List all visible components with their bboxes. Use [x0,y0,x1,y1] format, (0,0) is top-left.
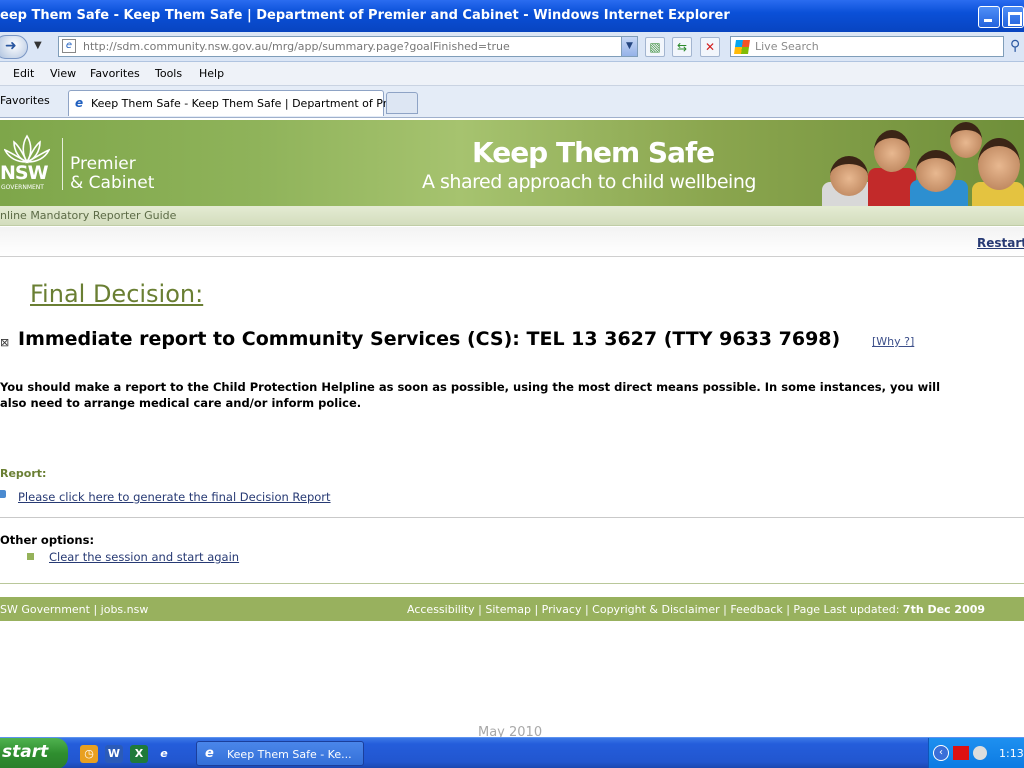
site-footer: SW Government | jobs.nsw Accessibility |… [0,597,1024,621]
tray-network-icon[interactable] [973,746,987,760]
generate-report-link[interactable]: Please click here to generate the final … [18,490,331,504]
org-name-line2: & Cabinet [70,173,155,193]
menu-help[interactable]: Help [199,67,224,80]
back-arrow-icon: ➜ [5,38,17,54]
restart-link[interactable]: Restart [977,236,1024,250]
address-field[interactable]: e http://sdm.community.nsw.gov.au/mrg/ap… [58,36,638,57]
windows-taskbar: start ◷ W X e e Keep Them Safe - Ke... ‹… [0,737,1024,768]
back-button[interactable]: ➜ [0,35,28,59]
menu-edit[interactable]: Edit [13,67,34,80]
word-icon[interactable]: W [105,745,123,763]
compatibility-icon[interactable]: ▧ [645,37,665,57]
last-updated-date: 7th Dec 2009 [902,603,986,616]
banner-headline: Keep Them Safe [472,136,715,169]
favorites-button[interactable]: Favorites [0,94,50,107]
system-tray: ‹ 1:13 [928,738,1024,768]
tab-active[interactable]: e Keep Them Safe - Keep Them Safe | Depa… [68,90,397,116]
start-button[interactable]: start [0,738,68,768]
banner-tagline: A shared approach to child wellbeing [422,171,756,193]
logo-text: NSW [0,162,49,184]
decision-text: Immediate report to Community Services (… [18,328,841,350]
guide-title-bar: nline Mandatory Reporter Guide [0,206,1024,226]
clock: 1:13 [999,747,1024,760]
footer-left-links[interactable]: SW Government | jobs.nsw [0,603,148,616]
divider [0,517,1024,518]
taskbar-item-ie[interactable]: e Keep Them Safe - Ke... [196,741,364,766]
excel-icon[interactable]: X [130,745,148,763]
banner-divider [62,138,63,190]
ie-tab-icon: e [75,96,84,110]
other-options-heading: Other options: [0,533,95,547]
report-heading: Report: [0,467,47,480]
explanation-line-1: You should make a report to the Child Pr… [0,380,941,394]
page-title: Final Decision: [30,280,204,308]
footer-links[interactable]: Accessibility | Sitemap | Privacy | Copy… [407,603,899,616]
menu-tools[interactable]: Tools [155,67,182,80]
task-label: Keep Them Safe - Ke... [227,748,352,761]
guide-title: nline Mandatory Reporter Guide [0,209,177,222]
tray-expand-icon[interactable]: ‹ [933,745,949,761]
decision-explanation: You should make a report to the Child Pr… [0,379,1020,411]
window-title: eep Them Safe - Keep Them Safe | Departm… [0,8,730,23]
tab-label: Keep Them Safe - Keep Them Safe | Depart… [91,97,397,110]
address-url[interactable]: http://sdm.community.nsw.gov.au/mrg/app/… [83,40,510,53]
ie-page-icon: e [62,39,76,53]
menu-favorites[interactable]: Favorites [90,67,140,80]
children-photo [812,120,1024,206]
menu-view[interactable]: View [50,67,76,80]
bullet-icon [27,553,34,560]
minimize-button[interactable] [978,6,1000,28]
menu-bar: Edit View Favorites Tools Help [0,62,1024,86]
restart-bar: Restart [0,227,1024,257]
report-icon [0,490,6,498]
tray-app-icon[interactable] [953,746,969,760]
search-icon[interactable]: ⚲ [1010,38,1020,54]
explanation-line-2: also need to arrange medical care and/or… [0,396,362,410]
clear-session-link[interactable]: Clear the session and start again [49,550,239,564]
search-placeholder: Live Search [755,40,819,53]
org-name-line1: Premier [70,154,136,174]
address-dropdown-icon[interactable]: ▼ [621,37,637,56]
logo-subtext: GOVERNMENT [1,184,44,191]
checkbox-icon: ⊠ [0,336,10,349]
tabs-bar: Favorites e Keep Them Safe - Keep Them S… [0,86,1024,118]
waratah-icon [4,134,50,164]
address-toolbar: ➜ ▼ e http://sdm.community.nsw.gov.au/mr… [0,32,1024,62]
ie-task-icon: e [205,746,214,761]
history-dropdown-icon[interactable]: ▼ [34,40,42,51]
maximize-button[interactable] [1002,6,1024,28]
clock-app-icon[interactable]: ◷ [80,745,98,763]
divider [0,583,1024,584]
start-label: start [2,742,49,762]
why-link[interactable]: [Why ?] [872,335,914,348]
stop-icon[interactable]: ✕ [700,37,720,57]
live-search-input[interactable]: Live Search [730,36,1004,57]
refresh-icon[interactable]: ⇆ [672,37,692,57]
new-tab-button[interactable] [386,92,418,114]
nsw-government-logo[interactable]: NSW GOVERNMENT [0,134,54,194]
live-search-logo-icon [734,40,750,54]
site-banner: NSW GOVERNMENT Premier & Cabinet Keep Th… [0,120,1024,206]
footer-right-links: Accessibility | Sitemap | Privacy | Copy… [407,603,985,616]
window-title-bar[interactable]: eep Them Safe - Keep Them Safe | Departm… [0,0,1024,32]
ie-quicklaunch-icon[interactable]: e [155,745,173,763]
